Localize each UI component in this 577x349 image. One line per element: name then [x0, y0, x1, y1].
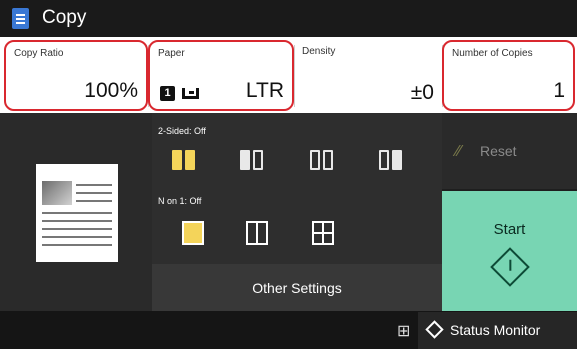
paper-label: Paper: [158, 48, 185, 59]
four-on-one-option[interactable]: [302, 215, 342, 251]
preview-text-line: [42, 244, 112, 246]
paper-tray-icon: [182, 88, 199, 99]
preview-text-line: [76, 184, 112, 186]
preview-text-line: [42, 236, 112, 238]
four-pages-icon: [312, 221, 334, 245]
page-icon: [240, 150, 250, 170]
page-icon: [172, 150, 182, 170]
n-on-1-off-option[interactable]: [172, 215, 212, 251]
density-label: Density: [302, 46, 336, 57]
status-monitor-button[interactable]: Status Monitor: [418, 312, 577, 349]
start-icon: [490, 247, 530, 287]
single-page-icon: [182, 221, 204, 245]
two-sided-label: 2-Sided: Off: [158, 126, 206, 136]
page-icon: [392, 150, 402, 170]
two-pages-icon: [246, 221, 268, 245]
page-icon: [379, 150, 389, 170]
two-to-two-sided-option[interactable]: [302, 144, 342, 180]
page-icon: [253, 150, 263, 170]
two-on-one-option[interactable]: [236, 215, 276, 251]
copies-label: Number of Copies: [452, 48, 533, 59]
preview-text-line: [42, 212, 112, 214]
page-icon: [185, 150, 195, 170]
start-button[interactable]: Start: [442, 191, 577, 311]
one-to-one-sided-option[interactable]: [164, 144, 204, 180]
page-icon: [323, 150, 333, 170]
one-to-two-sided-option[interactable]: [232, 144, 272, 180]
n-on-1-label: N on 1: Off: [158, 196, 202, 206]
tray-number-badge: 1: [160, 86, 175, 101]
reset-icon: ⁄⁄: [456, 143, 462, 160]
density-value: ±0: [410, 81, 434, 104]
status-monitor-label: Status Monitor: [450, 322, 541, 338]
page-icon: [310, 150, 320, 170]
copy-ratio-value: 100%: [84, 79, 138, 102]
reset-label: Reset: [480, 143, 517, 159]
start-label: Start: [493, 221, 526, 238]
status-monitor-icon: [425, 320, 444, 339]
paper-size-value: LTR: [245, 79, 284, 102]
preview-text-line: [42, 228, 112, 230]
copy-ratio-setting[interactable]: Copy Ratio 100%: [4, 40, 148, 111]
preview-text-line: [76, 200, 112, 202]
preview-text-line: [42, 220, 112, 222]
density-setting[interactable]: Density ±0: [294, 40, 442, 111]
preview-image: [42, 181, 72, 205]
copy-app-icon: [12, 8, 29, 29]
app-title: Copy: [42, 7, 87, 28]
other-settings-button[interactable]: Other Settings: [152, 264, 442, 311]
copies-value: 1: [553, 79, 565, 102]
paper-setting[interactable]: Paper 1 LTR: [148, 40, 294, 111]
preview-text-line: [76, 192, 112, 194]
title-bar: [0, 0, 577, 37]
number-of-copies-setting[interactable]: Number of Copies 1: [442, 40, 575, 111]
copy-ratio-label: Copy Ratio: [14, 48, 64, 59]
reset-button[interactable]: ⁄⁄ Reset: [442, 113, 577, 189]
two-to-one-sided-option[interactable]: [371, 144, 411, 180]
network-icon: ⊞: [397, 323, 411, 340]
